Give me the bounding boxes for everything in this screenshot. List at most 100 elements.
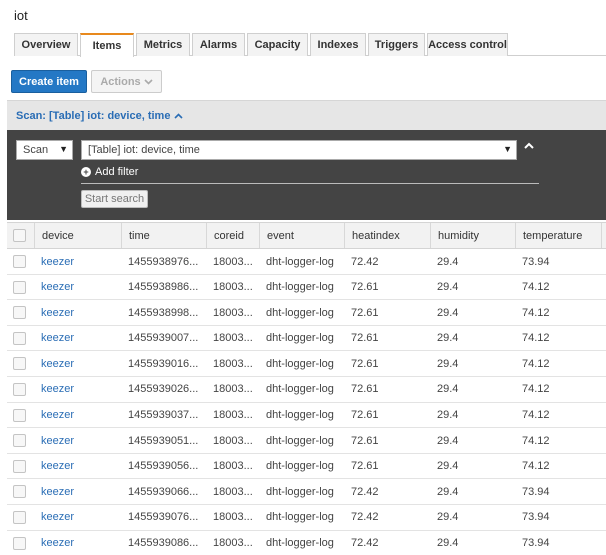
- cell-humidity: 29.4: [437, 383, 459, 396]
- table-row[interactable]: keezer 1455939037... 18003... dht-logger-lo…: [7, 403, 606, 429]
- row-checkbox[interactable]: [13, 255, 26, 268]
- table-body: keezer 1455938976... 18003... dht-logger-lo…: [7, 249, 606, 555]
- cell-humidity: 29.4: [437, 485, 459, 498]
- row-checkbox[interactable]: [13, 459, 26, 473]
- cell-event: dht-logger-log: [266, 281, 334, 294]
- column-header-humidity[interactable]: humidity: [430, 223, 515, 248]
- row-select-cell: [7, 351, 34, 376]
- table-row[interactable]: keezer 1455939026... 18003... dht-logger-lo…: [7, 377, 606, 403]
- tab-items[interactable]: Items: [80, 33, 134, 57]
- table-row[interactable]: keezer 1455938998... 18003... dht-logger-lo…: [7, 300, 606, 326]
- table-row[interactable]: keezer 1455939051... 18003... dht-logger-lo…: [7, 428, 606, 454]
- cell-event: dht-logger-log: [266, 255, 334, 268]
- cell-heatindex: 72.61: [351, 306, 379, 319]
- column-header-overflow: [601, 223, 606, 248]
- tab-alarms[interactable]: Alarms: [192, 33, 245, 56]
- tab-triggers[interactable]: Triggers: [368, 33, 425, 56]
- cell-time: 1455939037...: [128, 409, 199, 422]
- row-checkbox[interactable]: [13, 510, 26, 524]
- tab-overview[interactable]: Overview: [14, 33, 78, 56]
- tab-indexes[interactable]: Indexes: [310, 33, 366, 56]
- row-checkbox[interactable]: [13, 485, 26, 499]
- cell-time: 1455939066...: [128, 485, 199, 498]
- cell-humidity: 29.4: [437, 434, 459, 447]
- cell-time: 1455939056...: [128, 460, 199, 473]
- table-select[interactable]: [Table] iot: device, time ▼: [81, 140, 517, 160]
- device-link[interactable]: keezer: [34, 479, 121, 504]
- add-filter-button[interactable]: + Add filter: [81, 166, 138, 178]
- row-checkbox[interactable]: [13, 382, 26, 396]
- cell-event: dht-logger-log: [266, 460, 334, 473]
- cell-heatindex: 72.61: [351, 383, 379, 396]
- row-select-cell: [7, 249, 34, 274]
- table-row[interactable]: keezer 1455938986... 18003... dht-logger-lo…: [7, 275, 606, 301]
- scan-mode-value: Scan: [23, 144, 49, 156]
- select-all-checkbox[interactable]: [13, 229, 26, 242]
- items-table: device time coreid event heatindex humid…: [7, 222, 606, 555]
- column-header-heatindex[interactable]: heatindex: [344, 223, 430, 248]
- device-link[interactable]: keezer: [34, 377, 121, 402]
- device-link[interactable]: keezer: [34, 454, 121, 479]
- column-header-device[interactable]: device: [34, 223, 121, 248]
- device-link[interactable]: keezer: [34, 300, 121, 325]
- device-link[interactable]: keezer: [34, 351, 121, 376]
- add-filter-label: Add filter: [95, 166, 139, 178]
- cell-coreid: 18003...: [213, 537, 253, 550]
- cell-temperature: 74.12: [522, 357, 550, 370]
- table-row[interactable]: keezer 1455939066... 18003... dht-logger-lo…: [7, 479, 606, 505]
- cell-time: 1455938986...: [128, 281, 199, 294]
- cell-heatindex: 72.42: [351, 485, 379, 498]
- device-link[interactable]: keezer: [34, 275, 121, 300]
- table-row[interactable]: keezer 1455938976... 18003... dht-logger-lo…: [7, 249, 606, 275]
- column-header-coreid[interactable]: coreid: [206, 223, 259, 248]
- tab-access-control[interactable]: Access control: [427, 33, 508, 56]
- device-link[interactable]: keezer: [34, 505, 121, 530]
- cell-humidity: 29.4: [437, 306, 459, 319]
- column-header-time[interactable]: time: [121, 223, 206, 248]
- table-row[interactable]: keezer 1455939056... 18003... dht-logger-lo…: [7, 454, 606, 480]
- start-search-button[interactable]: Start search: [81, 190, 148, 208]
- table-row[interactable]: keezer 1455939076... 18003... dht-logger-lo…: [7, 505, 606, 531]
- table-row[interactable]: keezer 1455939007... 18003... dht-logger-lo…: [7, 326, 606, 352]
- create-item-button[interactable]: Create item: [11, 70, 87, 93]
- device-link[interactable]: keezer: [34, 531, 121, 555]
- cell-temperature: 73.94: [522, 537, 550, 550]
- cell-heatindex: 72.61: [351, 281, 379, 294]
- device-link[interactable]: keezer: [34, 249, 121, 274]
- cell-humidity: 29.4: [437, 255, 459, 268]
- cell-event: dht-logger-log: [266, 383, 334, 396]
- device-link[interactable]: keezer: [34, 428, 121, 453]
- cell-coreid: 18003...: [213, 485, 253, 498]
- cell-time: 1455939007...: [128, 332, 199, 345]
- row-checkbox[interactable]: [13, 331, 26, 345]
- actions-button[interactable]: Actions: [91, 70, 162, 93]
- row-checkbox[interactable]: [13, 408, 26, 422]
- cell-time: 1455939076...: [128, 511, 199, 524]
- cell-coreid: 18003...: [213, 409, 253, 422]
- tab-capacity[interactable]: Capacity: [247, 33, 308, 56]
- device-link[interactable]: keezer: [34, 403, 121, 428]
- tab-metrics[interactable]: Metrics: [136, 33, 190, 56]
- cell-humidity: 29.4: [437, 511, 459, 524]
- row-checkbox[interactable]: [13, 357, 26, 371]
- cell-heatindex: 72.61: [351, 409, 379, 422]
- column-header-temperature[interactable]: temperature: [515, 223, 601, 248]
- column-header-event[interactable]: event: [259, 223, 344, 248]
- table-row[interactable]: keezer 1455939016... 18003... dht-logger-lo…: [7, 351, 606, 377]
- row-select-cell: [7, 403, 34, 428]
- row-checkbox[interactable]: [13, 280, 26, 294]
- row-checkbox[interactable]: [13, 306, 26, 320]
- row-checkbox[interactable]: [13, 434, 26, 448]
- actions-button-label: Actions: [100, 75, 141, 88]
- cell-humidity: 29.4: [437, 332, 459, 345]
- device-link[interactable]: keezer: [34, 326, 121, 351]
- table-row[interactable]: keezer 1455939086... 18003... dht-logger-lo…: [7, 531, 606, 555]
- select-all-cell: [7, 223, 34, 248]
- scan-mode-select[interactable]: Scan ▼: [16, 140, 73, 160]
- collapse-panel-button[interactable]: [524, 140, 534, 152]
- chevron-down-icon: [144, 78, 153, 85]
- cell-event: dht-logger-log: [266, 409, 334, 422]
- row-checkbox[interactable]: [13, 536, 26, 550]
- caret-down-icon: ▼: [503, 144, 512, 154]
- scan-toggle[interactable]: Scan: [Table] iot: device, time: [7, 100, 606, 130]
